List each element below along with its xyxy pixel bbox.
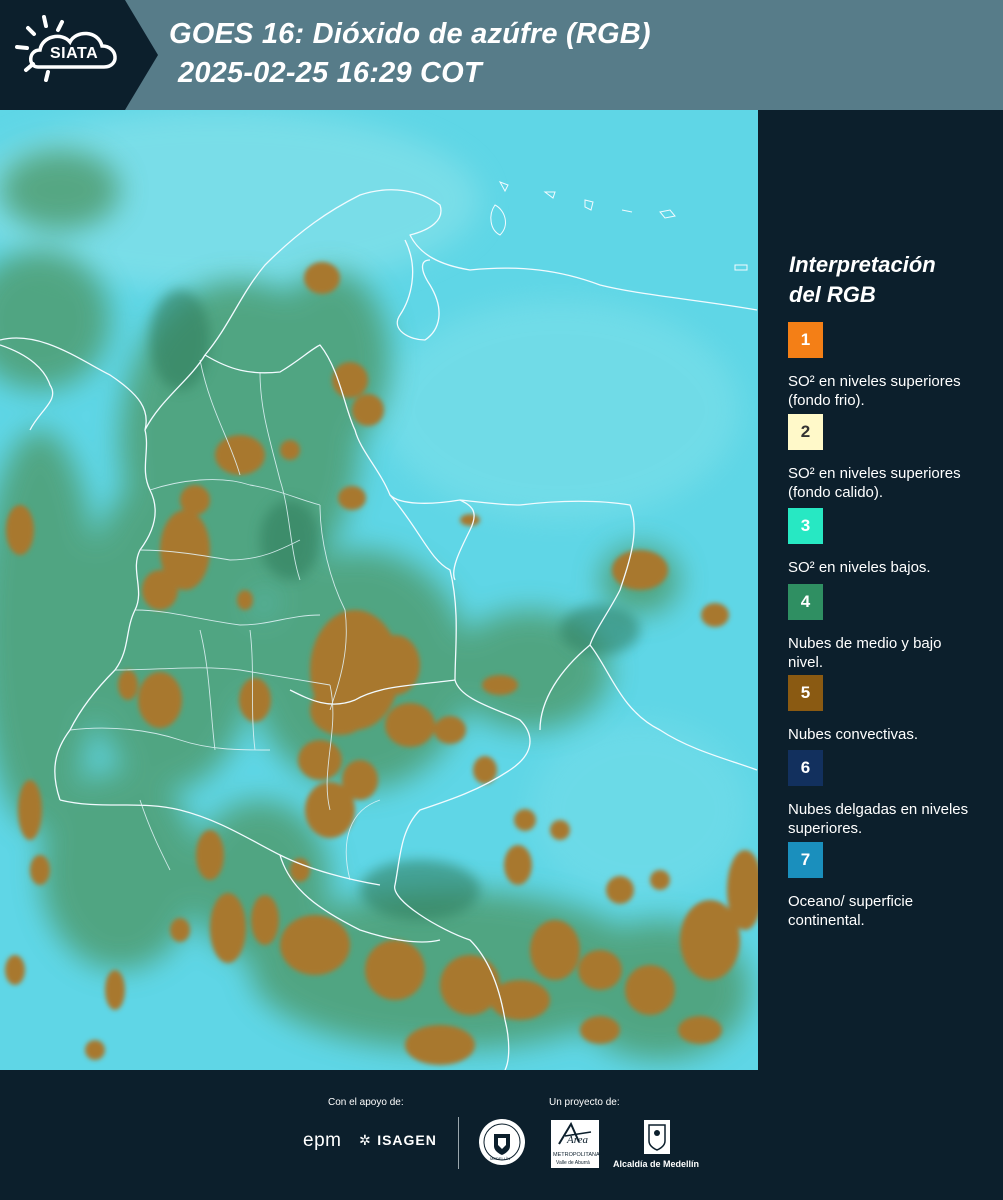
footer: Con el apoyo de: Un proyecto de: epm ✲ I… xyxy=(0,1070,1003,1200)
legend-title-line1: Interpretación xyxy=(789,252,936,277)
isagen-mark-icon: ✲ xyxy=(359,1132,371,1148)
logo-text: SIATA xyxy=(50,45,99,62)
area-logo-line1: Área xyxy=(567,1134,588,1146)
legend-title: Interpretación del RGB xyxy=(789,250,989,310)
area-logo-line2: METROPOLITANA xyxy=(553,1152,600,1158)
siata-logo[interactable]: SIATA xyxy=(0,0,158,110)
legend-swatch-6: 6 xyxy=(788,750,823,786)
area-logo-line3: Valle de Aburrá xyxy=(556,1160,590,1166)
legend-swatch-1: 1 xyxy=(788,322,823,358)
header: SIATA GOES 16: Dióxido de azúfre (RGB) 2… xyxy=(0,0,1003,110)
epm-logo-text: epm xyxy=(303,1130,342,1151)
legend-text-5: Nubes convectivas. xyxy=(788,726,919,743)
legend-text-6: Nubes delgadas en niveles superiores. xyxy=(788,801,969,837)
legend-title-line2: del RGB xyxy=(789,282,876,307)
rgb-composite-image xyxy=(0,110,758,1070)
alcaldia-logo[interactable]: Alcaldía de Medellín xyxy=(612,1119,702,1173)
satellite-map[interactable] xyxy=(0,110,758,1070)
legend-swatch-7: 7 xyxy=(788,842,823,878)
project-label: Un proyecto de: xyxy=(549,1097,620,1108)
page-title: GOES 16: Dióxido de azúfre (RGB) xyxy=(169,18,651,50)
legend-text-1: SO² en niveles superiores (fondo frio). xyxy=(788,373,961,409)
legend-swatch-5: 5 xyxy=(788,675,823,711)
legend-swatch-4: 4 xyxy=(788,584,823,620)
legend-swatch-3: 3 xyxy=(788,508,823,544)
seal-caption: MEDELLÍN xyxy=(490,1156,511,1161)
coat-of-arms-icon xyxy=(644,1120,670,1154)
page-timestamp: 2025-02-25 16:29 COT xyxy=(178,57,482,89)
footer-divider xyxy=(458,1117,459,1169)
isagen-logo-text: ISAGEN xyxy=(377,1132,437,1148)
epm-logo[interactable]: epm xyxy=(303,1130,341,1152)
legend-text-4: Nubes de medio y bajo nivel. xyxy=(788,635,942,671)
legend-text-2: SO² en niveles superiores (fondo calido)… xyxy=(788,465,961,501)
legend-swatch-2: 2 xyxy=(788,414,823,450)
medellin-seal-logo[interactable]: MEDELLÍN xyxy=(478,1118,526,1166)
alcaldia-logo-text: Alcaldía de Medellín xyxy=(613,1159,700,1169)
legend-text-3: SO² en niveles bajos. xyxy=(788,559,931,576)
isagen-logo[interactable]: ✲ ISAGEN xyxy=(359,1132,437,1150)
support-label: Con el apoyo de: xyxy=(328,1097,404,1108)
legend-panel: Interpretación del RGB 1 SO² en niveles s… xyxy=(758,110,1003,1070)
area-metropolitana-logo[interactable]: Área METROPOLITANA Valle de Aburrá xyxy=(551,1120,600,1168)
legend-text-7: Oceano/ superficie continental. xyxy=(788,893,914,929)
